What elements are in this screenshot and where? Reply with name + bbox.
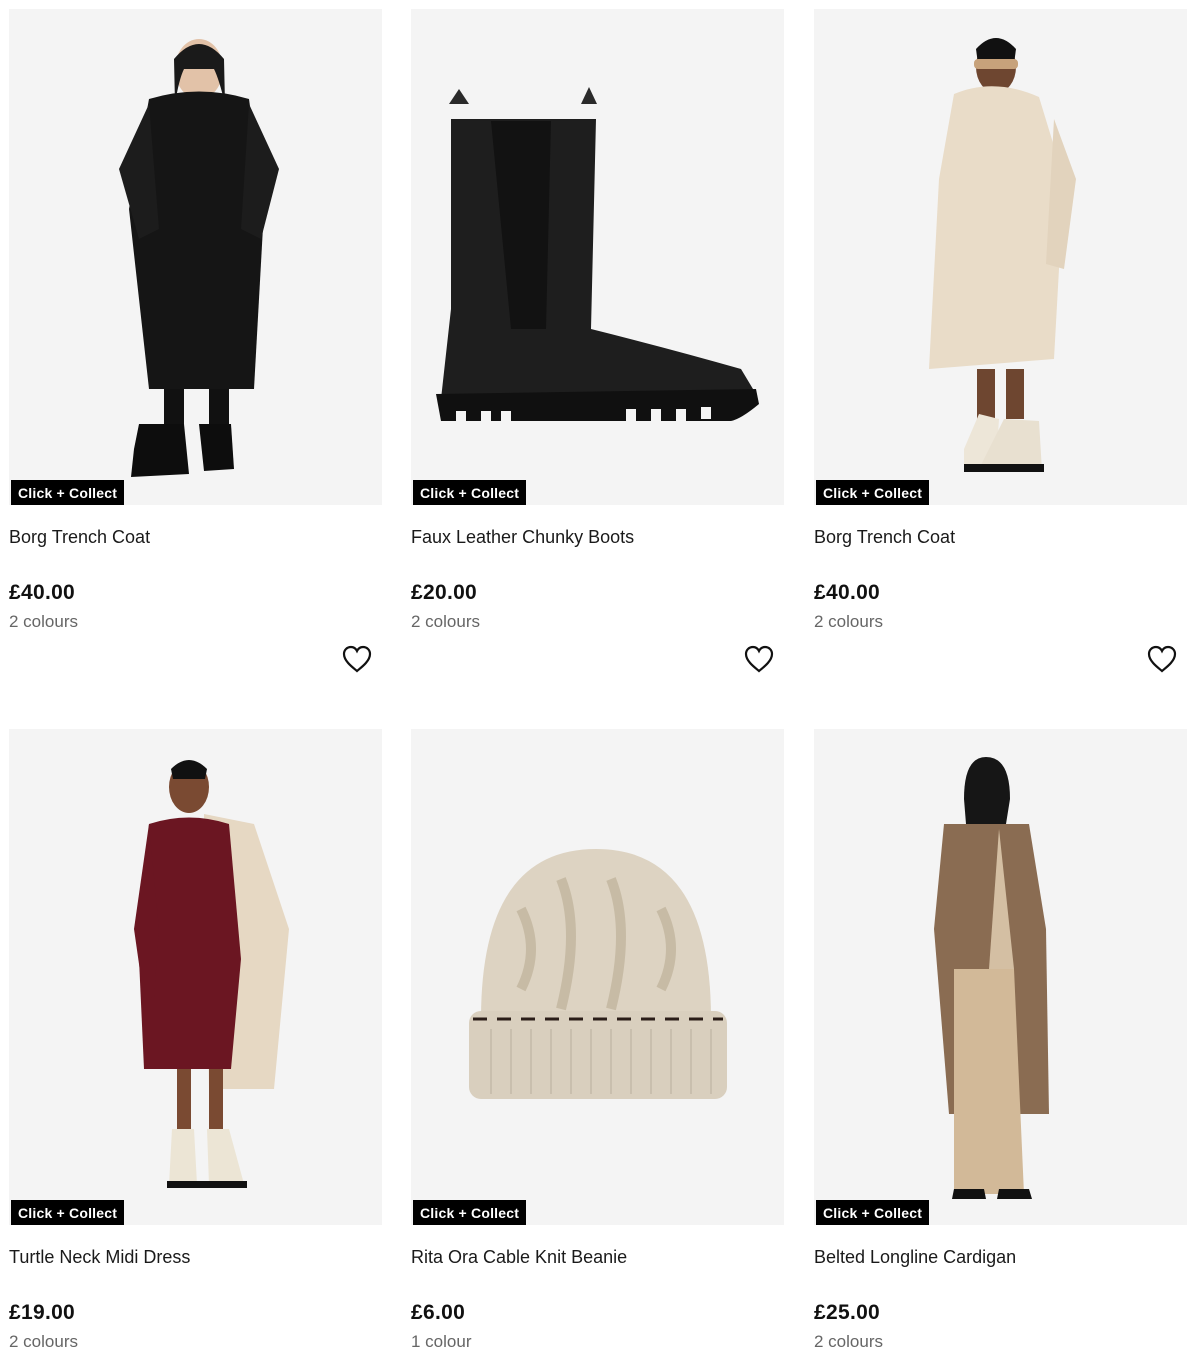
product-image[interactable]: Click + Collect [9, 729, 382, 1225]
product-name[interactable]: Faux Leather Chunky Boots [411, 527, 634, 548]
product-image[interactable]: Click + Collect [814, 9, 1187, 505]
burgundy-dress-illustration [9, 729, 382, 1225]
product-image[interactable]: Click + Collect [9, 9, 382, 505]
product-name[interactable]: Borg Trench Coat [9, 527, 150, 548]
product-name[interactable]: Borg Trench Coat [814, 527, 955, 548]
product-image[interactable]: Click + Collect [411, 729, 784, 1225]
click-collect-badge: Click + Collect [11, 1200, 125, 1225]
wishlist-heart-icon[interactable] [342, 645, 372, 673]
product-name[interactable]: Belted Longline Cardigan [814, 1247, 1016, 1268]
product-colours[interactable]: 2 colours [9, 1332, 78, 1352]
black-borg-coat-illustration [9, 9, 382, 505]
product-name[interactable]: Turtle Neck Midi Dress [9, 1247, 190, 1268]
click-collect-badge: Click + Collect [413, 480, 527, 505]
click-collect-badge: Click + Collect [816, 480, 930, 505]
click-collect-badge: Click + Collect [413, 1200, 527, 1225]
wishlist-heart-icon[interactable] [744, 645, 774, 673]
cream-borg-coat-illustration [814, 9, 1187, 505]
product-price: £6.00 [411, 1301, 466, 1324]
product-price: £25.00 [814, 1301, 881, 1324]
product-price: £20.00 [411, 581, 478, 604]
product-name[interactable]: Rita Ora Cable Knit Beanie [411, 1247, 627, 1268]
product-price: £19.00 [9, 1301, 76, 1324]
click-collect-badge: Click + Collect [816, 1200, 930, 1225]
product-price: £40.00 [9, 581, 76, 604]
brown-cardigan-illustration [814, 729, 1187, 1225]
product-colours[interactable]: 2 colours [814, 1332, 883, 1352]
cable-knit-beanie-illustration [411, 729, 784, 1225]
product-image[interactable]: Click + Collect [814, 729, 1187, 1225]
product-price: £40.00 [814, 581, 881, 604]
click-collect-badge: Click + Collect [11, 480, 125, 505]
wishlist-heart-icon[interactable] [1147, 645, 1177, 673]
product-colours[interactable]: 2 colours [9, 612, 78, 632]
product-colours[interactable]: 1 colour [411, 1332, 471, 1352]
product-image[interactable]: Click + Collect [411, 9, 784, 505]
black-chelsea-boot-illustration [411, 9, 784, 505]
product-colours[interactable]: 2 colours [411, 612, 480, 632]
product-colours[interactable]: 2 colours [814, 612, 883, 632]
